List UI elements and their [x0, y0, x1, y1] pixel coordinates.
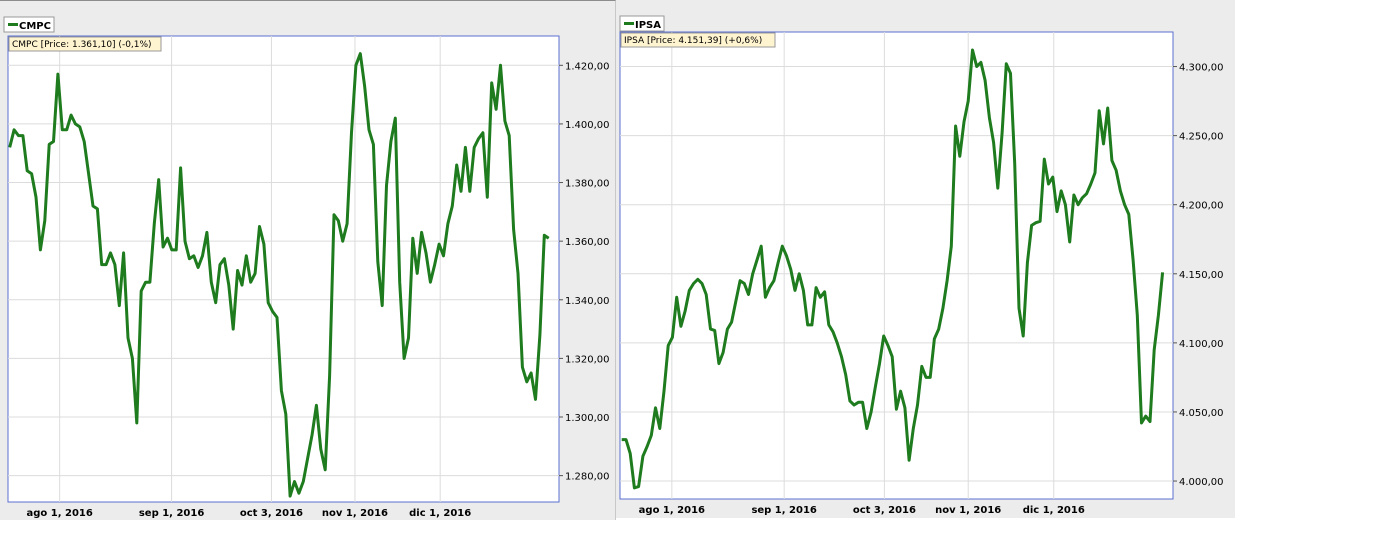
- legend-tag: IPSA: [619, 15, 665, 32]
- y-tick-label: 1.300,00: [565, 413, 610, 424]
- x-tick-label: dic 1, 2016: [409, 508, 471, 519]
- price-info-text: IPSA [Price: 4.151,39] (+0,6%): [624, 36, 762, 46]
- y-tick-label: 4.150,00: [1179, 270, 1224, 281]
- y-tick-label: 4.200,00: [1179, 201, 1224, 212]
- y-tick-label: 1.380,00: [565, 179, 610, 190]
- plot-area: [619, 31, 1174, 500]
- legend-tag: CMPC: [3, 16, 55, 33]
- y-tick-label: 1.340,00: [565, 296, 610, 307]
- x-tick-label: ago 1, 2016: [26, 508, 92, 519]
- y-tick-label: 4.250,00: [1179, 132, 1224, 143]
- y-tick-label: 4.050,00: [1179, 408, 1224, 419]
- plot-area: [7, 35, 560, 503]
- x-tick-label: sep 1, 2016: [139, 508, 204, 519]
- ipsa-chart: 4.000,00 4.050,00 4.100,00 4.150,00 4.200,00…: [619, 15, 1224, 516]
- y-tick-label: 1.320,00: [565, 354, 610, 365]
- x-tick-label: ago 1, 2016: [639, 505, 705, 516]
- x-tick-label: oct 3, 2016: [853, 505, 916, 516]
- x-tick-label: nov 1, 2016: [322, 508, 388, 519]
- y-tick-label: 1.360,00: [565, 237, 610, 248]
- price-info-box: CMPC [Price: 1.361,10] (-0,1%): [8, 36, 162, 52]
- y-tick-label: 4.000,00: [1179, 477, 1224, 488]
- y-tick-label: 1.280,00: [565, 472, 610, 483]
- legend-label: IPSA: [635, 20, 661, 31]
- price-info-text: CMPC [Price: 1.361,10] (-0,1%): [12, 40, 152, 50]
- cmpc-chart: 1.280,00 1.300,00 1.320,00 1.340,00 1.360,00…: [3, 16, 610, 519]
- price-info-box: IPSA [Price: 4.151,39] (+0,6%): [620, 32, 776, 48]
- chart-panel-cmpc: 1.280,00 1.300,00 1.320,00 1.340,00 1.360,00…: [0, 0, 616, 520]
- y-tick-label: 4.300,00: [1179, 63, 1224, 74]
- y-tick-label: 1.420,00: [565, 61, 610, 72]
- chart-panel-ipsa: 4.000,00 4.050,00 4.100,00 4.150,00 4.200,00…: [616, 0, 1235, 518]
- x-tick-label: nov 1, 2016: [935, 505, 1001, 516]
- x-tick-label: oct 3, 2016: [240, 508, 303, 519]
- y-tick-label: 1.400,00: [565, 120, 610, 131]
- x-tick-label: sep 1, 2016: [751, 505, 816, 516]
- x-tick-label: dic 1, 2016: [1023, 505, 1085, 516]
- y-tick-label: 4.100,00: [1179, 339, 1224, 350]
- legend-label: CMPC: [19, 21, 51, 32]
